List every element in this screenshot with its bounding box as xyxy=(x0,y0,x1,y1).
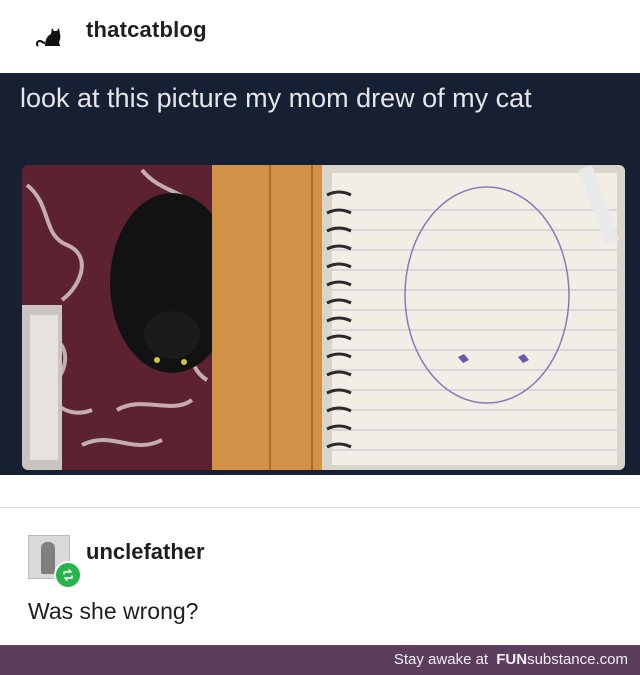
post-text: look at this picture my mom drew of my c… xyxy=(20,83,532,113)
footer-prefix: Stay awake at xyxy=(393,651,489,668)
footer-banner: Stay awake at FUNsubstance.com xyxy=(0,645,640,675)
reblog-comment: Was she wrong? xyxy=(28,598,199,624)
reblog-username[interactable]: unclefather xyxy=(86,539,205,565)
gap xyxy=(0,475,640,507)
divider xyxy=(0,507,640,508)
blog-name[interactable]: thatcatblog xyxy=(86,17,207,43)
footer-brand-tld: .com xyxy=(595,651,628,668)
avatar-figure xyxy=(41,542,55,574)
footer-text[interactable]: Stay awake at FUNsubstance.com xyxy=(394,651,628,668)
reblog-icon xyxy=(54,561,82,589)
footer-brand-rest: substance xyxy=(527,651,596,668)
post-photo xyxy=(22,165,625,470)
black-cat-silhouette-icon[interactable] xyxy=(34,22,64,48)
footer-brand-bold: FUN xyxy=(496,651,528,668)
post-header: thatcatblog xyxy=(0,0,640,72)
